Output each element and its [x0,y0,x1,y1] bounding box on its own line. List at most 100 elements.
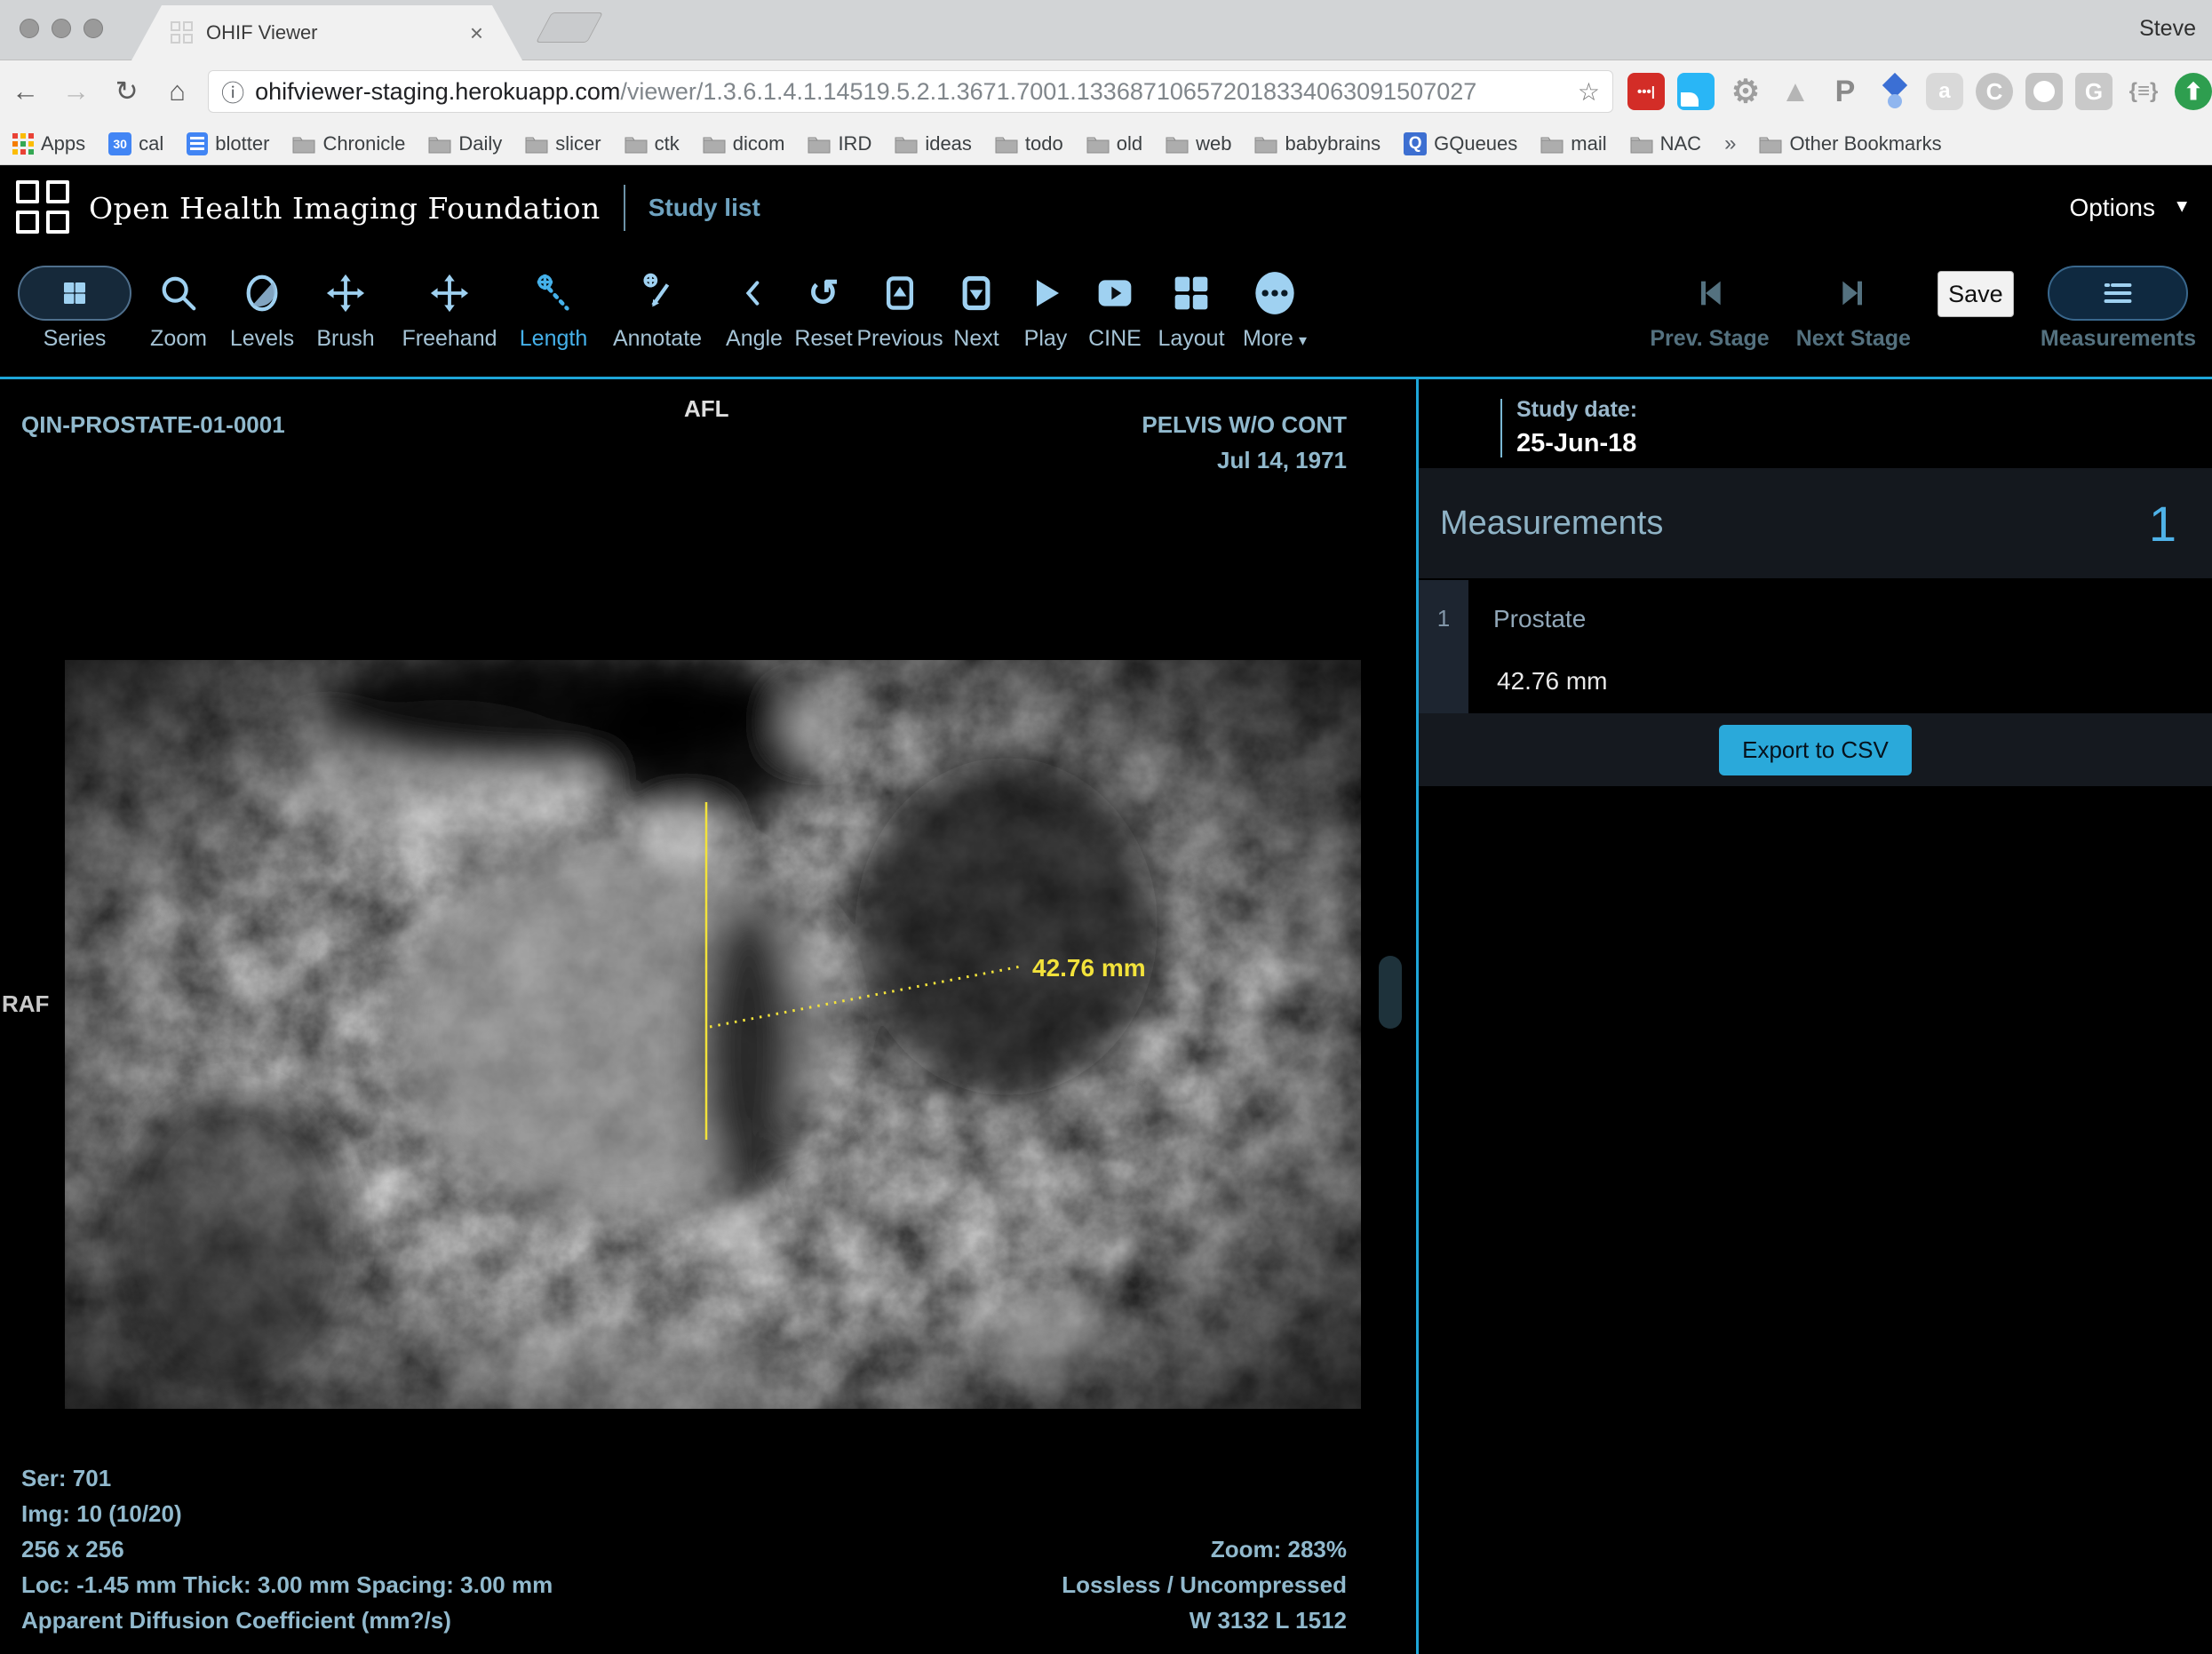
save-button[interactable]: Save [1937,271,2014,317]
previous-image-icon [880,264,919,322]
folder-icon [292,134,315,154]
image-viewport[interactable]: QIN-PROSTATE-01-0001 AFL PELVIS W/O CONT… [0,379,1416,1654]
tool-reset[interactable]: ↺ Reset [789,250,858,352]
close-window-icon[interactable] [20,19,39,38]
pocket-icon[interactable]: P [1826,73,1864,110]
folder-icon [1254,134,1277,154]
circle-c-icon[interactable]: C [1976,73,2013,110]
macos-window-controls[interactable] [20,19,103,38]
bookmark-cal[interactable]: 30cal [108,132,163,155]
bookmarks-overflow-chevron[interactable]: » [1724,131,1736,156]
forward-icon[interactable]: → [51,76,101,107]
gear-icon[interactable]: ⚙ [1727,73,1764,110]
bookmark-slicer[interactable]: slicer [525,132,601,155]
bookmark-todo[interactable]: todo [995,132,1063,155]
tool-cine[interactable]: CINE [1080,250,1150,352]
minimize-window-icon[interactable] [52,19,71,38]
tool-more[interactable]: More▾ [1233,250,1317,352]
browser-tab-strip: OHIF Viewer × Steve [0,0,2212,60]
bookmark-nac[interactable]: NAC [1630,132,1701,155]
bookmark-ird[interactable]: IRD [808,132,871,155]
tool-play[interactable]: Play [1011,250,1080,352]
measurements-panel: Study date: 25-Jun-18 Measurements 1 1 P… [1419,379,2212,1654]
site-info-icon[interactable]: ⓘ [221,76,244,108]
bookmark-label: todo [1025,132,1063,155]
bookmark-dicom[interactable]: dicom [703,132,785,155]
bookmark-label: babybrains [1285,132,1381,155]
tool-label: Brush [316,326,374,352]
new-tab-button[interactable] [536,12,603,43]
tool-label: Angle [726,326,783,352]
measurement-row[interactable]: 1 Prostate 42.76 mm [1419,580,2212,713]
measurement-row-label: Prostate [1493,605,1586,633]
next-stage-button[interactable]: Next Stage [1796,250,1911,352]
bookmark-label: Chronicle [322,132,405,155]
diigo-icon[interactable] [1876,73,1914,110]
tool-angle[interactable]: Angle [720,250,789,352]
study-list-link[interactable]: Study list [648,194,760,222]
measurements-toggle[interactable]: Measurements [2041,250,2196,352]
tool-zoom[interactable]: Zoom [137,250,220,352]
tool-brush[interactable]: Brush [304,250,387,352]
bookmark-star-icon[interactable]: ☆ [1578,77,1600,107]
series-description: Apparent Diffusion Coefficient (mm?/s) [21,1602,553,1638]
render-info-overlay: Zoom: 283% Lossless / Uncompressed W 313… [1062,1531,1347,1638]
tab-close-icon[interactable]: × [470,21,483,44]
bookmark-daily[interactable]: Daily [428,132,502,155]
bookmark-mail[interactable]: mail [1540,132,1606,155]
bookmark-apps[interactable]: Apps [12,132,85,155]
folder-icon [428,134,451,154]
tool-label: More [1243,326,1293,351]
tool-freehand[interactable]: Freehand [387,250,512,352]
tool-previous[interactable]: Previous [858,250,942,352]
mri-image[interactable] [65,660,1361,1409]
g-icon[interactable]: G [2075,73,2113,110]
bookmark-chronicle[interactable]: Chronicle [292,132,405,155]
browser-tab[interactable]: OHIF Viewer × [131,5,522,60]
tool-annotate[interactable]: Annotate [595,250,720,352]
export-csv-button[interactable]: Export to CSV [1719,725,1912,775]
prev-stage-button[interactable]: Prev. Stage [1650,250,1769,352]
bookmark-ideas[interactable]: ideas [895,132,972,155]
lastpass-icon[interactable]: •••| [1627,73,1665,110]
tool-length[interactable]: Length [512,250,595,352]
bookmark-label: ideas [925,132,972,155]
bookmark-gqueues[interactable]: QGQueues [1404,132,1517,155]
browser-profile-name[interactable]: Steve [2139,16,2196,42]
bookmark-old[interactable]: old [1086,132,1142,155]
image-dimensions: 256 x 256 [21,1531,553,1567]
reset-icon: ↺ [808,264,839,322]
back-icon[interactable]: ← [0,76,51,107]
more-ellipsis-icon [1252,264,1298,322]
bookmark-web[interactable]: web [1166,132,1231,155]
home-icon[interactable]: ⌂ [152,76,203,107]
other-bookmarks[interactable]: Other Bookmarks [1759,132,1941,155]
tool-layout[interactable]: Layout [1150,250,1233,352]
chat-icon[interactable]: a [1926,73,1963,110]
url-bar[interactable]: ⓘ ohifviewer-staging.herokuapp.com/viewe… [208,70,1613,113]
tool-series[interactable]: Series [12,250,137,352]
options-menu[interactable]: Options [2070,194,2156,222]
next-stage-label: Next Stage [1796,326,1911,352]
tool-levels[interactable]: Levels [220,250,304,352]
zoom-window-icon[interactable] [84,19,103,38]
ohif-logo-icon[interactable] [16,180,71,235]
bookmark-label: IRD [838,132,871,155]
viewer-content: QIN-PROSTATE-01-0001 AFL PELVIS W/O CONT… [0,377,2212,1654]
bookmark-blotter[interactable]: blotter [187,132,269,155]
json-formatter-icon[interactable]: {≡} [2125,73,2162,110]
list-icon [2048,266,2188,321]
patient-id-overlay: QIN-PROSTATE-01-0001 [21,411,285,439]
tool-next[interactable]: Next [942,250,1011,352]
chevron-down-icon[interactable]: ▼ [2173,197,2191,218]
bookmark-label: GQueues [1434,132,1517,155]
url-text[interactable]: ohifviewer-staging.herokuapp.com/viewer/… [255,78,1569,106]
reload-icon[interactable]: ↻ [101,76,152,107]
uploader-icon[interactable]: ⬆ [2175,73,2212,110]
bookmark-ctk[interactable]: ctk [625,132,680,155]
notes-icon[interactable] [1677,73,1715,110]
camera-icon[interactable] [2025,73,2063,110]
drive-icon[interactable]: ▲ [1777,73,1814,110]
bookmark-babybrains[interactable]: babybrains [1254,132,1381,155]
image-scrollbar-thumb[interactable] [1379,956,1402,1029]
